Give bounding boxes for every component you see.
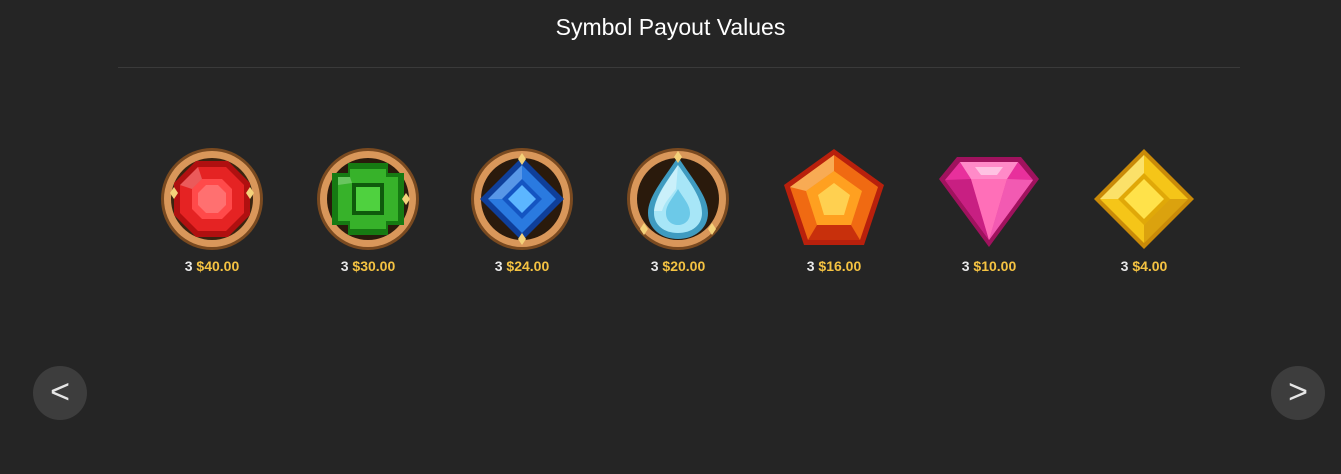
payout-count: 3: [494, 258, 503, 274]
payout-count: 3: [340, 258, 349, 274]
symbol-card-orange-gem: 3 $16.00: [769, 145, 899, 280]
payout-count: 3: [184, 258, 193, 274]
payout-count: 3: [806, 258, 815, 274]
payout-value: $20.00: [662, 258, 706, 274]
payout-label: 3 $20.00: [651, 258, 706, 274]
light-blue-teardrop-gem-icon: [627, 148, 729, 250]
payout-value: $40.00: [196, 258, 240, 274]
symbol-card-red-gem: 3 $40.00: [147, 145, 277, 280]
payout-value: $4.00: [1132, 258, 1168, 274]
chevron-left-icon: <: [50, 373, 70, 411]
chevron-right-icon: >: [1288, 373, 1308, 411]
symbol-card-teardrop-gem: 3 $20.00: [613, 145, 743, 280]
next-page-button[interactable]: >: [1271, 366, 1325, 420]
symbol-card-green-gem: 3 $30.00: [303, 145, 433, 280]
payout-label: 3 $10.00: [962, 258, 1017, 274]
green-emerald-gem-icon: [317, 148, 419, 250]
payout-label: 3 $40.00: [185, 258, 240, 274]
symbol-card-pink-gem: 3 $10.00: [924, 145, 1054, 280]
symbol-card-yellow-gem: 3 $4.00: [1079, 145, 1209, 280]
pink-diamond-gem-icon: [939, 157, 1039, 247]
payout-count: 3: [1120, 258, 1129, 274]
payout-value: $16.00: [818, 258, 862, 274]
red-octagon-gem-icon: [161, 148, 263, 250]
payout-count: 3: [961, 258, 970, 274]
previous-page-button[interactable]: <: [33, 366, 87, 420]
payout-label: 3 $16.00: [807, 258, 862, 274]
payout-label: 3 $24.00: [495, 258, 550, 274]
payout-label: 3 $4.00: [1121, 258, 1168, 274]
payout-value: $10.00: [973, 258, 1017, 274]
payout-value: $30.00: [352, 258, 396, 274]
blue-sapphire-gem-icon: [471, 148, 573, 250]
payout-count: 3: [650, 258, 659, 274]
symbol-row: 3 $40.00 3 $30.00 3 $24.00 3 $20.00 3 $1…: [0, 0, 1341, 474]
payout-value: $24.00: [506, 258, 550, 274]
symbol-card-blue-gem: 3 $24.00: [457, 145, 587, 280]
payout-label: 3 $30.00: [341, 258, 396, 274]
yellow-rhombus-gem-icon: [1094, 149, 1194, 249]
orange-pentagon-gem-icon: [784, 149, 884, 245]
